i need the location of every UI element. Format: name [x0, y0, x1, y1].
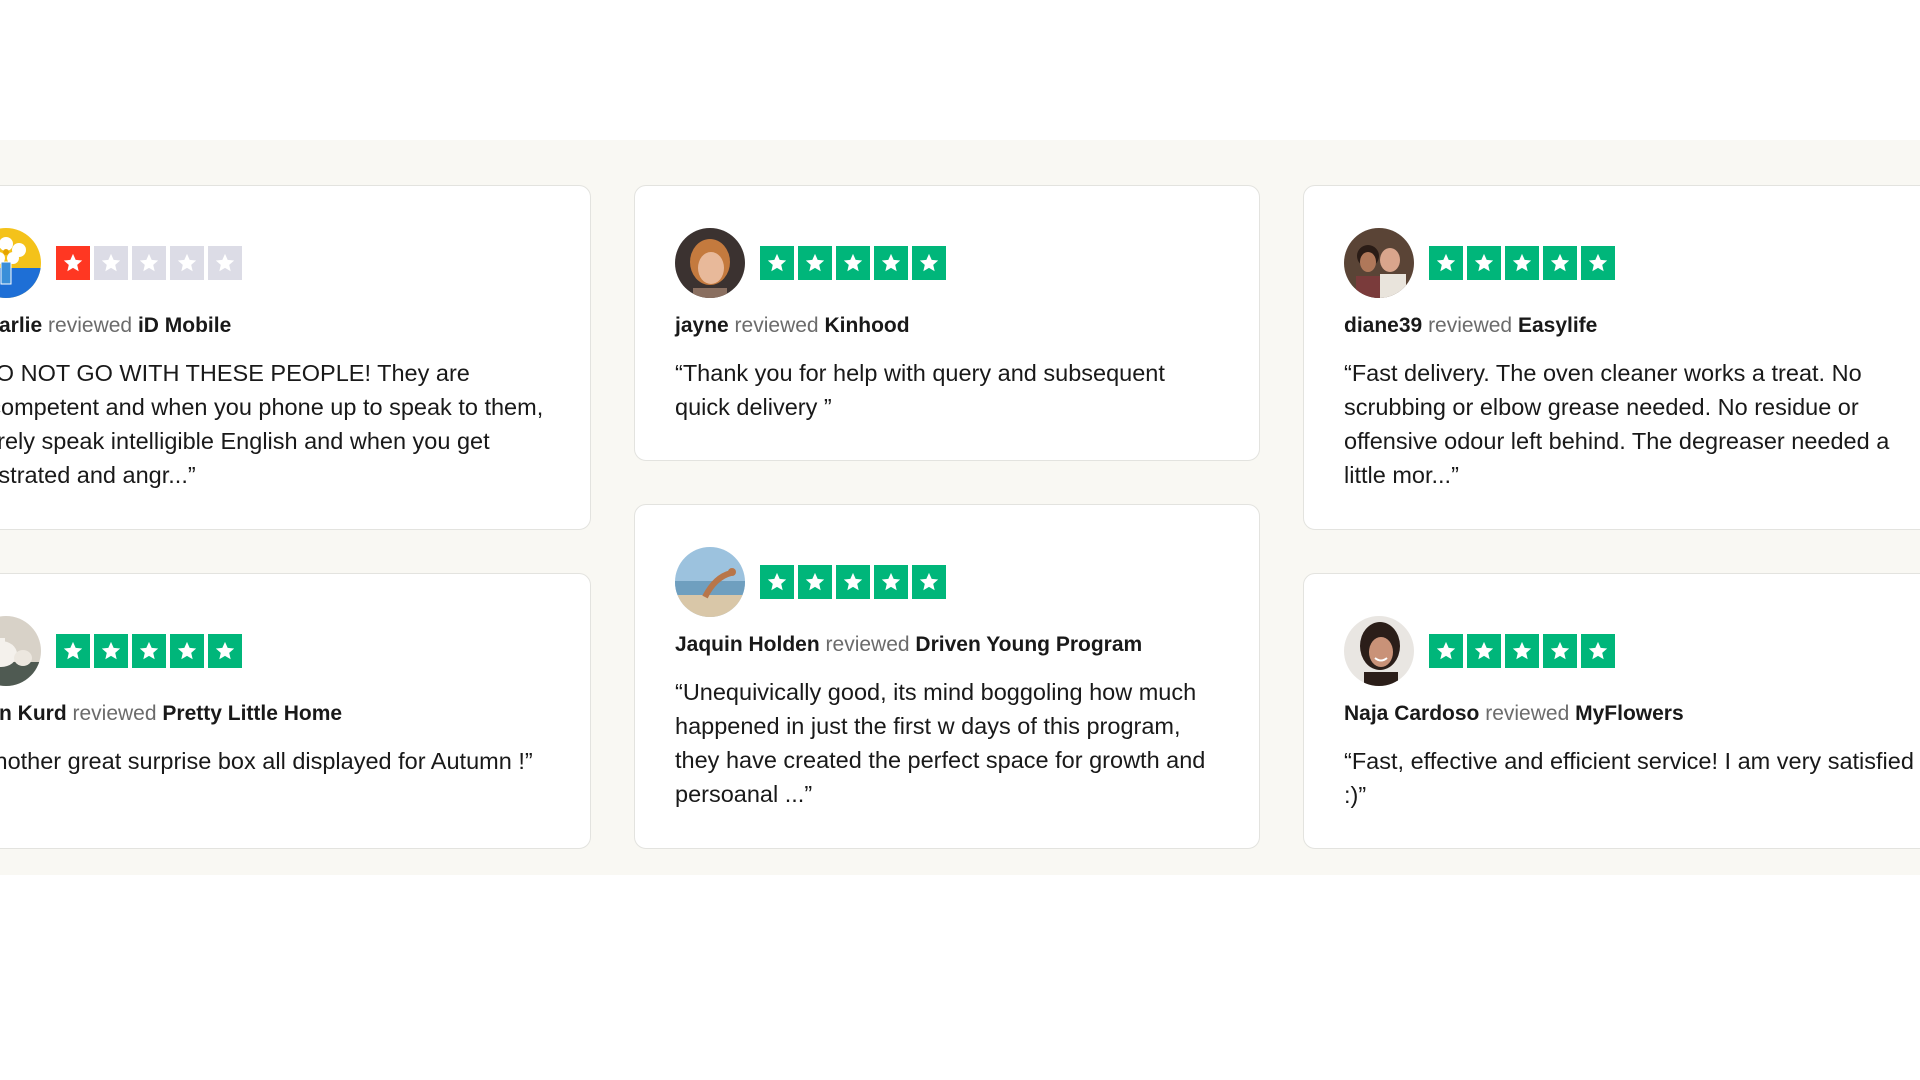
reviewer-name[interactable]: jayne	[675, 314, 729, 337]
star-icon	[760, 246, 794, 280]
star-icon	[1543, 246, 1577, 280]
reviewed-label: reviewed	[1485, 702, 1570, 725]
review-byline: Charlie reviewed iD Mobile	[0, 314, 550, 338]
review-text: “Another great surprise box all displaye…	[0, 748, 533, 774]
star-icon	[94, 246, 128, 280]
star-icon	[1467, 246, 1501, 280]
reviewer-avatar[interactable]	[1344, 616, 1414, 686]
review-card[interactable]: jayne reviewed Kinhood “Thank you for he…	[634, 185, 1260, 461]
company-name[interactable]: Pretty Little Home	[162, 702, 342, 725]
star-icon	[56, 634, 90, 668]
reviewer-name[interactable]: Jaquin Holden	[675, 633, 820, 656]
star-icon	[170, 246, 204, 280]
star-icon	[56, 246, 90, 280]
review-text: “Fast delivery. The oven cleaner works a…	[1344, 360, 1890, 488]
review-text: “DO NOT GO WITH THESE PEOPLE! They are i…	[0, 360, 544, 488]
review-text: “Unequivically good, its mind boggoling …	[675, 679, 1206, 807]
review-text: “Fast, effective and efficient service! …	[1344, 748, 1914, 808]
star-icon	[912, 565, 946, 599]
reviewer-name[interactable]: diane39	[1344, 314, 1422, 337]
company-name[interactable]: iD Mobile	[138, 314, 231, 337]
review-card[interactable]: Charlie reviewed iD Mobile “DO NOT GO WI…	[0, 185, 591, 530]
star-icon	[1505, 246, 1539, 280]
star-icon	[1429, 246, 1463, 280]
reviewer-avatar[interactable]	[1344, 228, 1414, 298]
star-icon	[874, 565, 908, 599]
star-rating	[760, 246, 950, 280]
star-icon	[208, 634, 242, 668]
star-icon	[798, 246, 832, 280]
review-byline: Jaquin Holden reviewed Driven Young Prog…	[675, 633, 1219, 657]
star-rating	[56, 634, 246, 668]
review-card[interactable]: Jaquin Holden reviewed Driven Young Prog…	[634, 504, 1260, 849]
review-card[interactable]: Naja Cardoso reviewed MyFlowers “Fast, e…	[1303, 573, 1920, 849]
star-icon	[1429, 634, 1463, 668]
company-name[interactable]: Kinhood	[824, 314, 909, 337]
star-icon	[836, 565, 870, 599]
reviewer-avatar[interactable]	[675, 228, 745, 298]
star-icon	[132, 246, 166, 280]
company-name[interactable]: Driven Young Program	[915, 633, 1142, 656]
star-icon	[1467, 634, 1501, 668]
star-icon	[1505, 634, 1539, 668]
star-icon	[132, 634, 166, 668]
star-icon	[760, 565, 794, 599]
star-icon	[208, 246, 242, 280]
star-icon	[170, 634, 204, 668]
review-byline: Naja Cardoso reviewed MyFlowers	[1344, 702, 1920, 726]
star-rating	[56, 246, 246, 280]
star-icon	[798, 565, 832, 599]
reviewed-label: reviewed	[48, 314, 133, 337]
review-card[interactable]: Ann Kurd reviewed Pretty Little Home “An…	[0, 573, 591, 849]
star-icon	[1543, 634, 1577, 668]
star-icon	[874, 246, 908, 280]
reviewer-name[interactable]: Naja Cardoso	[1344, 702, 1479, 725]
star-rating	[760, 565, 950, 599]
review-text: “Thank you for help with query and subse…	[675, 360, 1165, 420]
star-rating	[1429, 246, 1619, 280]
reviewed-label: reviewed	[72, 702, 157, 725]
reviewer-avatar[interactable]	[0, 228, 41, 298]
reviewer-avatar[interactable]	[0, 616, 41, 686]
company-name[interactable]: Easylife	[1518, 314, 1597, 337]
reviewed-label: reviewed	[1428, 314, 1513, 337]
reviewed-label: reviewed	[825, 633, 910, 656]
reviewer-avatar[interactable]	[675, 547, 745, 617]
star-icon	[1581, 634, 1615, 668]
company-name[interactable]: MyFlowers	[1575, 702, 1684, 725]
reviewed-label: reviewed	[734, 314, 819, 337]
star-icon	[836, 246, 870, 280]
review-byline: jayne reviewed Kinhood	[675, 314, 1219, 338]
review-card[interactable]: diane39 reviewed Easylife “Fast delivery…	[1303, 185, 1920, 530]
star-icon	[1581, 246, 1615, 280]
star-icon	[94, 634, 128, 668]
review-byline: Ann Kurd reviewed Pretty Little Home	[0, 702, 550, 726]
star-rating	[1429, 634, 1619, 668]
reviewer-name[interactable]: Ann Kurd	[0, 702, 67, 725]
star-icon	[912, 246, 946, 280]
reviewer-name[interactable]: Charlie	[0, 314, 42, 337]
review-byline: diane39 reviewed Easylife	[1344, 314, 1920, 338]
